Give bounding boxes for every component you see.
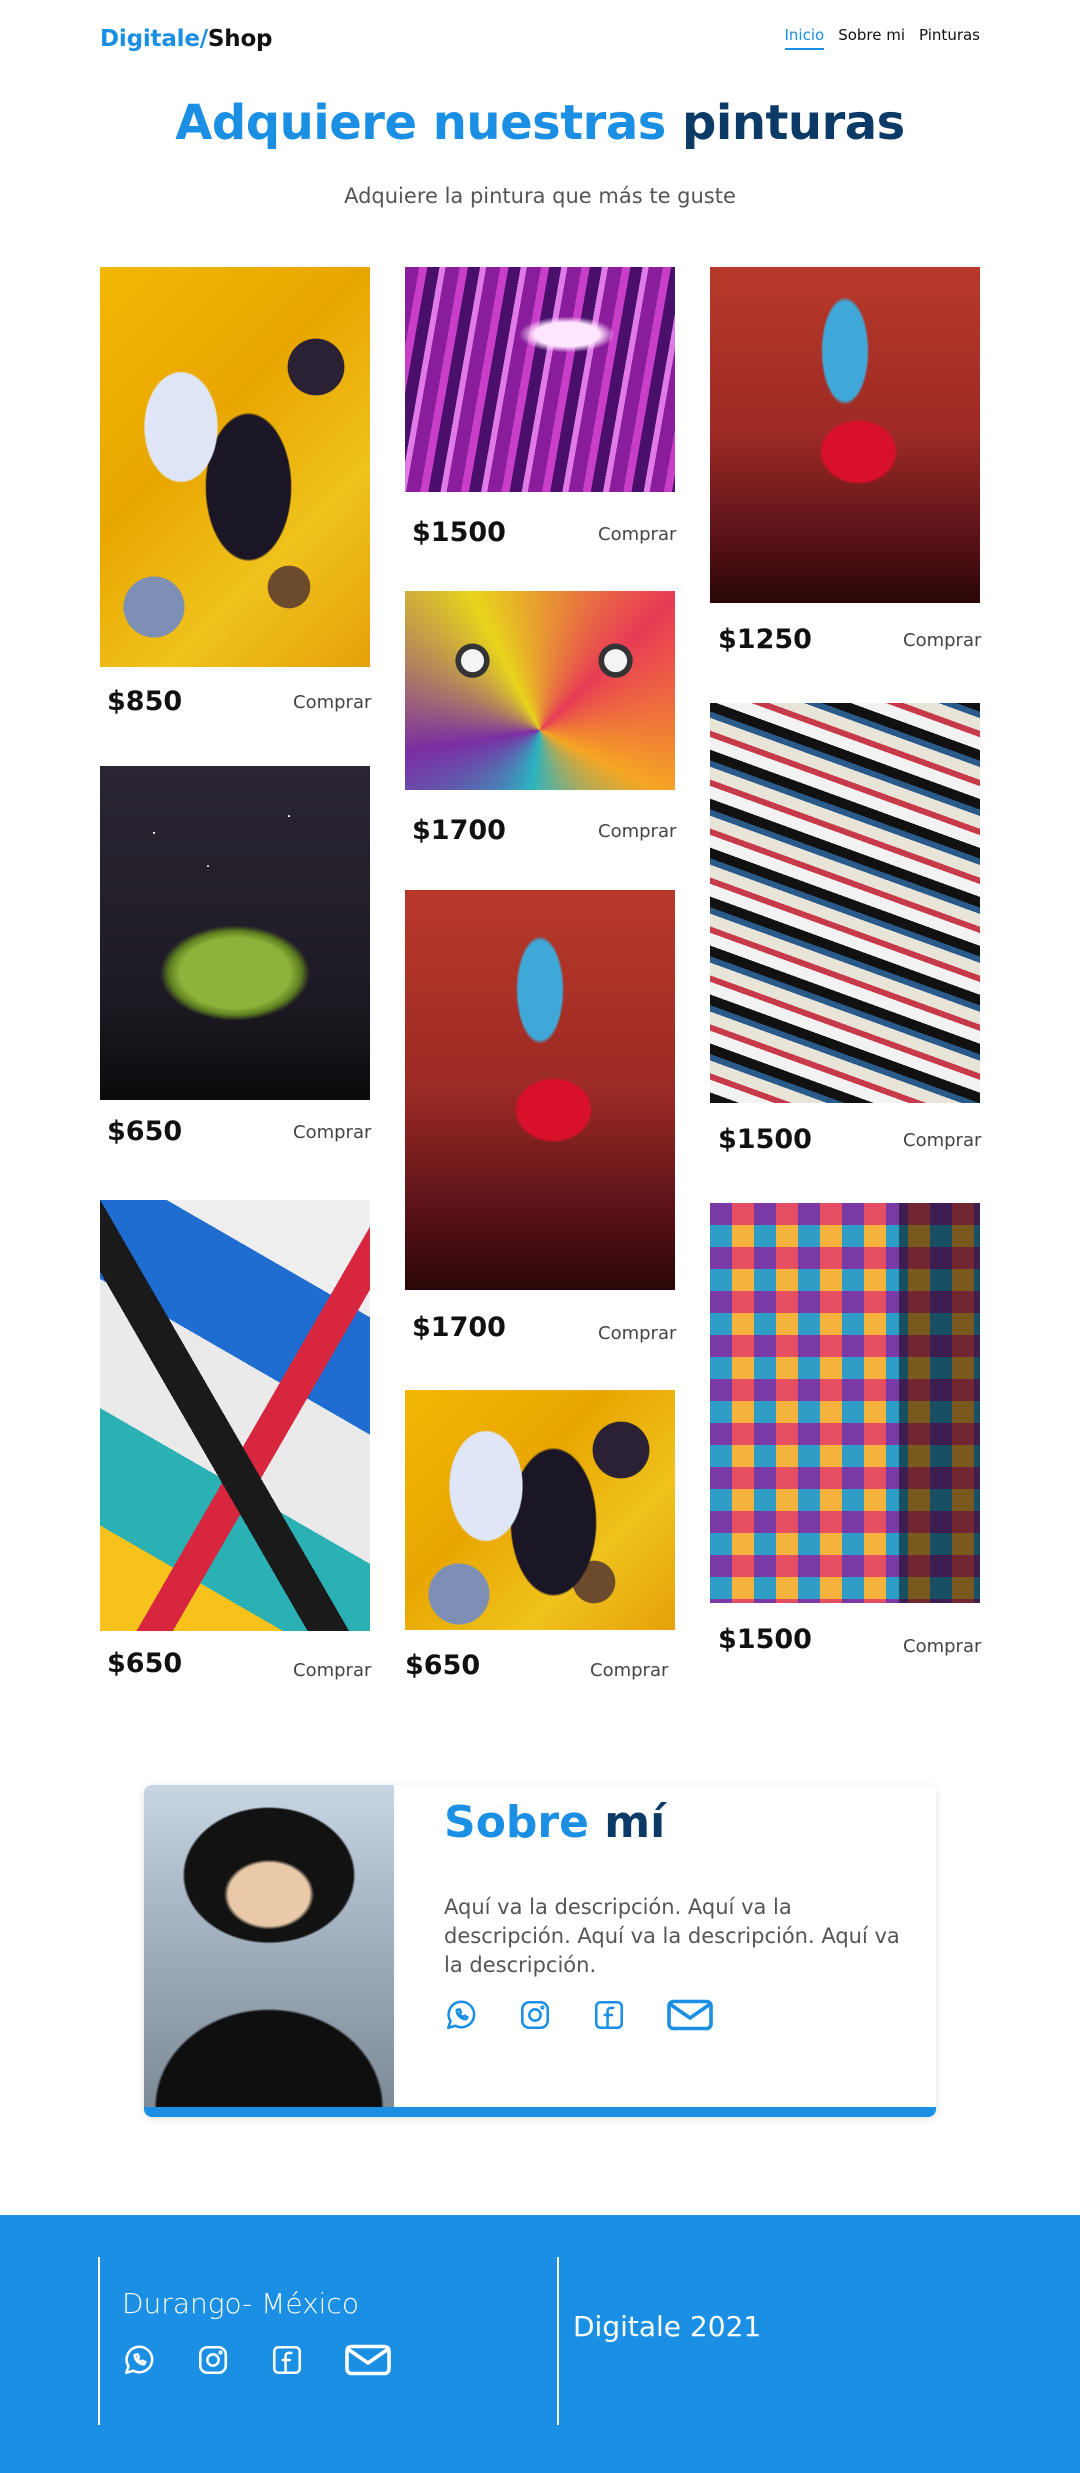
product-price: $1700 xyxy=(412,1312,506,1343)
product-card xyxy=(710,1203,980,1603)
mail-icon[interactable] xyxy=(344,2343,392,2377)
product-price: $650 xyxy=(107,1648,183,1679)
product-card xyxy=(100,766,370,1100)
product-card xyxy=(405,1390,675,1630)
facebook-icon[interactable] xyxy=(270,2343,304,2377)
painting-image[interactable] xyxy=(405,1390,675,1630)
buy-button[interactable]: Comprar xyxy=(598,1323,676,1344)
buy-button[interactable]: Comprar xyxy=(903,630,981,651)
painting-image[interactable] xyxy=(710,267,980,603)
buy-button[interactable]: Comprar xyxy=(293,692,371,713)
product-card xyxy=(710,267,980,603)
footer: Durango- México Digitale 2021 xyxy=(0,2215,1080,2473)
buy-button[interactable]: Comprar xyxy=(293,1122,371,1143)
product-price: $650 xyxy=(405,1650,481,1681)
product-card xyxy=(100,1200,370,1631)
product-price: $1500 xyxy=(718,1624,812,1655)
top-nav: Inicio Sobre mi Pinturas xyxy=(784,26,980,50)
product-card xyxy=(100,267,370,667)
whatsapp-icon[interactable] xyxy=(444,1998,478,2032)
product-price: $1700 xyxy=(412,815,506,846)
product-price: $850 xyxy=(107,686,183,717)
nav-link-sobre-mi[interactable]: Sobre mi xyxy=(838,26,905,50)
product-price: $1500 xyxy=(412,517,506,548)
painting-image[interactable] xyxy=(405,890,675,1290)
buy-button[interactable]: Comprar xyxy=(598,821,676,842)
nav-link-pinturas[interactable]: Pinturas xyxy=(919,26,980,50)
buy-button[interactable]: Comprar xyxy=(903,1130,981,1151)
painting-image[interactable] xyxy=(100,267,370,667)
footer-divider xyxy=(557,2257,559,2425)
footer-divider xyxy=(98,2257,100,2425)
about-title-part1: Sobre xyxy=(444,1797,589,1848)
footer-copyright: Digitale 2021 xyxy=(573,2310,762,2343)
painting-image[interactable] xyxy=(100,1200,370,1631)
product-price: $650 xyxy=(107,1116,183,1147)
brand-logo[interactable]: Digitale/Shop xyxy=(100,26,273,52)
footer-location: Durango- México xyxy=(122,2287,359,2320)
about-title-part2: mí xyxy=(604,1797,666,1848)
buy-button[interactable]: Comprar xyxy=(293,1660,371,1681)
painting-image[interactable] xyxy=(405,267,675,492)
page-subtitle: Adquiere la pintura que más te guste xyxy=(344,184,736,208)
buy-button[interactable]: Comprar xyxy=(598,524,676,545)
about-accent-bar xyxy=(144,2107,936,2117)
instagram-icon[interactable] xyxy=(196,2343,230,2377)
product-card xyxy=(405,267,675,492)
about-card: Sobre mí Aquí va la descripción. Aquí va… xyxy=(144,1785,936,2117)
product-price: $1250 xyxy=(718,624,812,655)
product-price: $1500 xyxy=(718,1124,812,1155)
painting-image[interactable] xyxy=(405,591,675,790)
nav-link-inicio[interactable]: Inicio xyxy=(784,26,825,50)
painting-image[interactable] xyxy=(710,1203,980,1603)
buy-button[interactable]: Comprar xyxy=(903,1636,981,1657)
mail-icon[interactable] xyxy=(666,1998,714,2032)
about-description: Aquí va la descripción. Aquí va la descr… xyxy=(444,1895,900,1977)
product-card xyxy=(710,703,980,1103)
product-card xyxy=(405,890,675,1290)
buy-button[interactable]: Comprar xyxy=(590,1660,668,1681)
painting-image[interactable] xyxy=(710,703,980,1103)
facebook-icon[interactable] xyxy=(592,1998,626,2032)
painting-image[interactable] xyxy=(100,766,370,1100)
instagram-icon[interactable] xyxy=(518,1998,552,2032)
about-social-links xyxy=(444,1998,714,2032)
about-photo xyxy=(144,1785,394,2107)
whatsapp-icon[interactable] xyxy=(122,2343,156,2377)
brand-part-shop: Shop xyxy=(207,26,273,52)
page-title-part1: Adquiere nuestras xyxy=(175,95,666,151)
footer-social-links xyxy=(122,2343,392,2377)
page-title-part2: pinturas xyxy=(682,95,905,151)
about-title: Sobre mí xyxy=(444,1797,665,1848)
brand-part-digitale: Digitale/ xyxy=(100,26,208,52)
product-card xyxy=(405,591,675,790)
page-title: Adquiere nuestras pinturas xyxy=(0,95,1080,151)
